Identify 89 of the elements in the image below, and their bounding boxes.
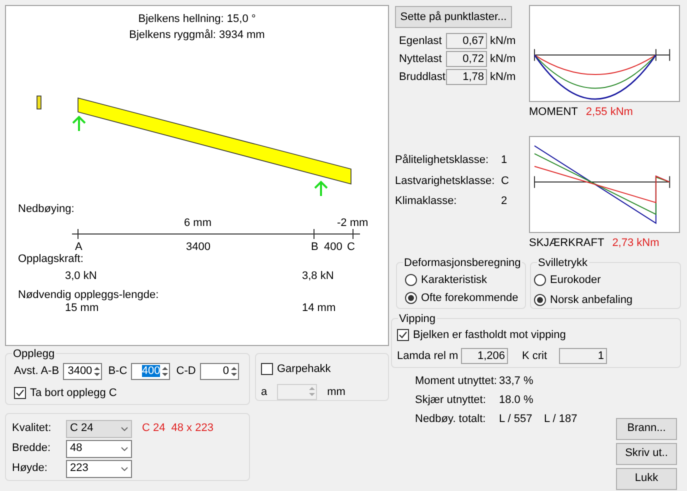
class-value: 1 [501, 153, 508, 168]
dropdown[interactable]: 223 [66, 460, 132, 478]
checkbox-label: Ta bort opplegg C [30, 386, 117, 401]
spin-field[interactable]: 400 [131, 363, 170, 380]
ridge-text: Bjelkens ryggmål: 3934 mm [129, 28, 265, 43]
chevron-down-icon [121, 446, 128, 450]
bearing-length-value: 15 mm [65, 301, 99, 316]
chart-label: SKJÆRKRAFT [529, 236, 604, 251]
field-label: Avst. A-B [14, 364, 60, 380]
checkbox[interactable] [397, 328, 409, 341]
unit-label: kN/m [490, 52, 516, 67]
load-value: 0,72 [446, 51, 487, 67]
result-label: Nedbøy. totalt: [415, 412, 487, 424]
dialog-button[interactable]: Lukk [616, 468, 677, 490]
spinner-icon[interactable] [93, 365, 102, 378]
load-value: 1,78 [446, 69, 487, 85]
chart-label: MOMENT [529, 105, 578, 120]
radio-label: Norsk anbefaling [550, 293, 633, 308]
checkbox-label: Garpehakk [277, 362, 331, 377]
checkbox[interactable] [14, 387, 26, 400]
spin-field[interactable]: 0 [200, 363, 239, 380]
class-value: C [501, 174, 509, 188]
span-value: 400 [324, 240, 342, 255]
deflection-value: 6 mm [184, 216, 212, 231]
lamda-value: 1,206 [461, 348, 508, 364]
field-label: K crit [522, 349, 548, 364]
field-label: Kvalitet: [12, 421, 52, 436]
spin-field[interactable]: 3400 [63, 363, 102, 380]
chart-value: 2,73 kNm [612, 236, 660, 251]
dropdown[interactable]: 48 [66, 440, 132, 458]
deflection-label: Nedbøying: [18, 203, 74, 215]
checkbox[interactable] [261, 363, 273, 376]
result-value: 33,7 % [499, 374, 534, 386]
class-label: Klimaklasse: [395, 194, 458, 209]
reaction-value: 3,0 kN [65, 269, 97, 284]
chevron-down-icon [121, 426, 128, 430]
field-label: B-C [108, 364, 128, 380]
point-loads-button[interactable]: Sette på punktlaster... [395, 6, 512, 28]
result-value: L / 187 [544, 412, 578, 424]
class-value: 2 [501, 194, 508, 209]
unit-label: mm [327, 384, 346, 400]
support-arrow-icon [72, 116, 86, 132]
support-label: B [311, 240, 318, 255]
timber-summary: 48 x 223 [171, 421, 214, 436]
spinner-icon[interactable] [230, 365, 238, 378]
radio-button[interactable] [534, 294, 546, 306]
radio-label: Ofte forekommende [421, 291, 518, 306]
timber-summary: C 24 [142, 421, 166, 436]
class-label: Pålitelighetsklasse: [395, 153, 490, 168]
field-label: C-D [176, 364, 196, 380]
spin-field[interactable] [277, 384, 318, 400]
field-label: Bredde: [12, 441, 52, 456]
field-label: a [261, 384, 268, 400]
span-value: 3400 [186, 240, 210, 255]
radio-button[interactable] [405, 274, 417, 286]
unit-label: kN/m [490, 70, 516, 85]
radio-label: Karakteristisk [421, 272, 488, 288]
deflection-value: -2 mm [337, 216, 368, 231]
radio-label: Eurokoder [550, 272, 601, 288]
support-label: C [347, 240, 355, 255]
dialog-button[interactable]: Skriv ut.. [616, 442, 677, 464]
load-value: 0,67 [446, 33, 487, 49]
bearing-length-value: 14 mm [302, 301, 336, 316]
chart-value: 2,55 kNm [586, 105, 633, 120]
group-title: Opplegg [12, 346, 56, 362]
checkbox-label: Bjelken er fastholdt mot vipping [413, 328, 566, 342]
result-value: 18.0 % [499, 392, 534, 404]
reaction-value: 3,8 kN [302, 269, 334, 284]
result-value: L / 557 [499, 412, 534, 424]
marker-icon [36, 96, 42, 110]
field-label: Lamda rel m [397, 349, 460, 364]
support-arrow-icon [314, 180, 328, 197]
slope-text: Bjelkens hellning: 15,0 ° [138, 12, 256, 27]
field-label: Høyde: [12, 461, 48, 476]
load-label: Nyttelast [398, 52, 443, 67]
kcrit-value: 1 [559, 348, 607, 364]
bearing-length-label: Nødvendig oppleggs-lengde: [18, 289, 159, 301]
unit-label: kN/m [490, 34, 516, 49]
class-label: Lastvarighetsklasse: [395, 174, 496, 188]
radio-button[interactable] [534, 274, 546, 286]
chevron-down-icon [121, 466, 128, 470]
reaction-label: Opplagskraft: [18, 253, 84, 265]
result-label: Moment utnyttet: [415, 374, 498, 386]
result-label: Skjær utnyttet: [415, 392, 487, 404]
load-label: Egenlast [398, 34, 443, 49]
dialog-button[interactable]: Brann... [616, 418, 677, 440]
load-label: Bruddlast [398, 70, 446, 85]
radio-button[interactable] [405, 292, 417, 304]
support-label: A [75, 240, 82, 254]
